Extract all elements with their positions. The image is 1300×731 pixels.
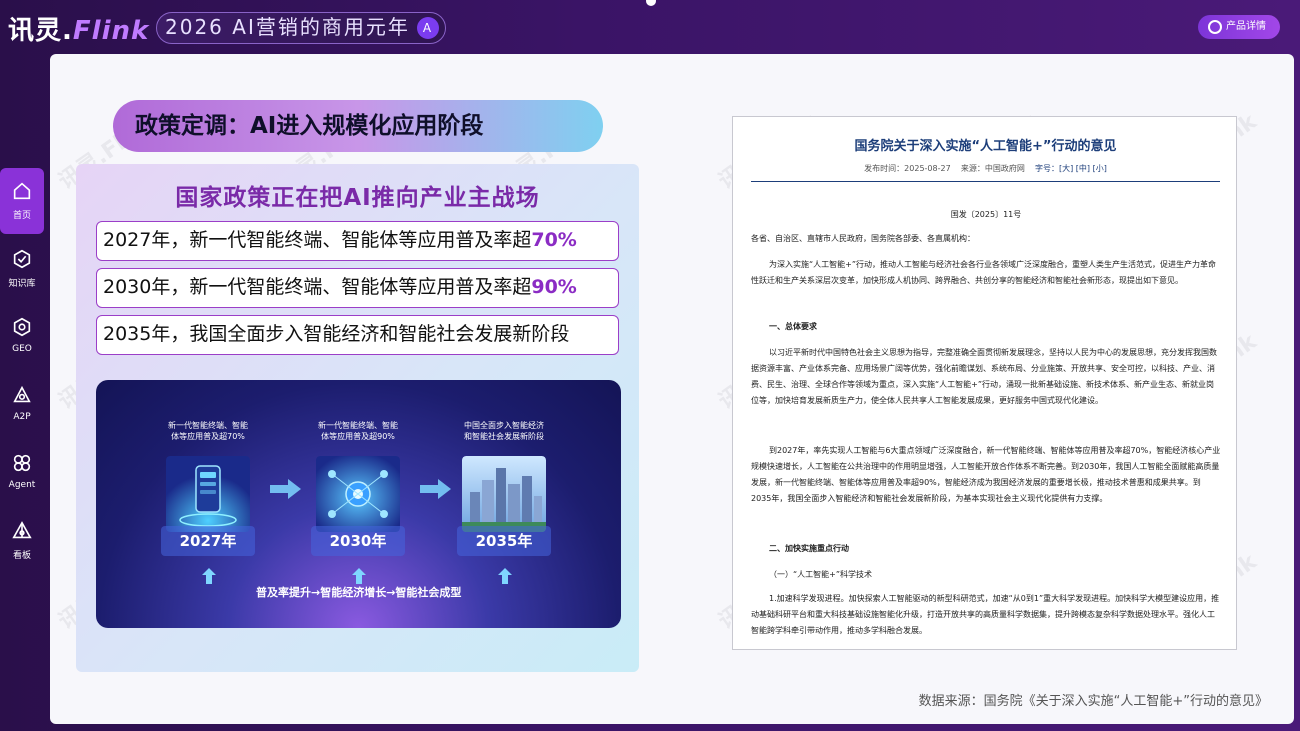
document-paragraph: 1.加速科学发现进程。加快探索人工智能驱动的新型科研范式，加速“从0到1”重大科… [751,594,1220,635]
sidebar-item-label: 知识库 [8,279,36,289]
arrow-right-icon [270,479,301,499]
goal-text: 2035年，我国全面步入智能经济和智能社会发展新阶段 [103,323,570,345]
document-number: 国发〔2025〕11号 [950,210,1022,219]
top-bar: 讯灵.Flink 2026 AI营销的商用元年 A 产品详情 [0,0,1300,54]
document-paragraph: 为深入实施“人工智能+”行动，推动人工智能与经济社会各行业各领域广泛深度融合，重… [751,260,1216,285]
roadmap-illustration: 新一代智能终端、智能体等应用普及超70% 2027年 新一代智能终端、智能体等应… [96,380,621,628]
document-addressee: 各省、自治区、直辖市人民政府，国务院各部委、各直属机构： [751,234,975,243]
agent-icon [13,454,31,472]
sidebar-item-label: GEO [12,344,32,354]
roadmap-stage-2027: 新一代智能终端、智能体等应用普及超70% [166,420,250,536]
sidebar: 首页 知识库 GEO A2P Agent 看板 [0,168,46,576]
sidebar-item-agent[interactable]: Agent [0,440,44,506]
sidebar-item-knowledge[interactable]: 知识库 [0,236,44,302]
document-title: 国务院关于深入实施“人工智能+”行动的意见 [854,139,1117,154]
policy-subheading: 国家政策正在把AI推向产业主战场 [175,185,540,211]
info-circle-icon [1208,20,1222,34]
roadmap-footer: 普及率提升→智能经济增长→智能社会成型 [256,586,462,599]
document-paragraph: 以习近平新时代中国特色社会主义思想为指导，完整准确全面贯彻新发展理念，坚持以人民… [751,348,1217,405]
section-heading: 政策定调：AI进入规模化应用阶段 [113,100,603,152]
year-label-2030: 2030年 [311,526,405,556]
goal-2030: 2030年，新一代智能终端、智能体等应用普及率超90% [96,268,619,308]
presentation-title-text: 2026 AI营销的商用元年 [165,15,410,39]
app-logo: 讯灵.Flink [8,16,150,46]
document-meta: 发布时间：2025-08-27 来源：中国政府网 字号：[大] [中] [小] [733,163,1236,174]
sidebar-item-geo[interactable]: GEO [0,304,44,370]
goal-percent: 70% [531,229,577,251]
publish-date: 发布时间：2025-08-27 [864,164,951,173]
goal-2027: 2027年，新一代智能终端、智能体等应用普及率超70% [96,221,619,261]
sidebar-item-label: 首页 [12,211,31,221]
arrow-up-icon [202,568,216,584]
roadmap-stage-2035: 中国全面步入智能经济和智能社会发展新阶段 [462,420,546,536]
sidebar-item-dashboard[interactable]: 看板 [0,508,44,574]
policy-document: 国务院关于深入实施“人工智能+”行动的意见 发布时间：2025-08-27 来源… [732,116,1237,650]
sidebar-item-home[interactable]: 首页 [0,168,44,234]
presentation-title: 2026 AI营销的商用元年 A [156,12,446,44]
smart-city-illustration [462,456,546,532]
goal-2035: 2035年，我国全面步入智能经济和智能社会发展新阶段 [96,315,619,355]
smartphone-illustration [166,456,250,532]
goal-text: 2027年，新一代智能终端、智能体等应用普及率超 [103,229,532,251]
divider [751,181,1220,182]
arrow-up-icon [498,568,512,584]
year-label-2035: 2035年 [457,526,551,556]
sidebar-item-label: A2P [13,412,31,422]
stage-description: 中国全面步入智能经济和智能社会发展新阶段 [464,421,544,441]
geo-icon [13,317,31,337]
knowledge-icon [13,249,31,269]
dashboard-icon [12,521,32,539]
document-section-heading: 一、总体要求 [769,322,817,331]
document-paragraph: 到2027年，率先实现人工智能与6大重点领域广泛深度融合，新一代智能终端、智能体… [751,446,1221,503]
stage-description: 新一代智能终端、智能体等应用普及超90% [318,421,398,441]
arrow-right-icon [420,479,451,499]
sidebar-item-label: Agent [8,480,36,490]
document-source: 来源：中国政府网 [960,164,1025,173]
product-details-button[interactable]: 产品详情 [1198,15,1280,39]
stage-description: 新一代智能终端、智能体等应用普及超70% [168,421,248,441]
document-subheading: （一）“人工智能+”科学技术 [769,570,872,579]
ai-badge-icon: A [417,17,439,39]
sidebar-item-a2p[interactable]: A2P [0,372,44,438]
arrow-up-icon [352,568,366,584]
main-panel: 讯灵.Flink 讯灵.Flink 讯灵.Flink 讯灵.Flink 讯灵.F… [50,54,1294,724]
home-icon [13,182,31,200]
a2p-icon [13,385,31,403]
policy-card: 国家政策正在把AI推向产业主战场 2027年，新一代智能终端、智能体等应用普及率… [76,164,639,672]
product-details-label: 产品详情 [1226,21,1266,32]
year-label-2027: 2027年 [161,526,255,556]
font-size-links[interactable]: 字号：[大] [中] [小] [1035,164,1107,173]
document-section-heading: 二、加快实施重点行动 [769,544,849,553]
goal-percent: 90% [531,276,577,298]
ai-network-illustration [316,456,400,532]
sidebar-item-label: 看板 [12,551,31,561]
goal-text: 2030年，新一代智能终端、智能体等应用普及率超 [103,276,532,298]
roadmap-stage-2030: 新一代智能终端、智能体等应用普及超90% [316,420,400,536]
data-source-caption: 数据来源：国务院《关于深入实施“人工智能+”行动的意见》 [918,694,1268,709]
